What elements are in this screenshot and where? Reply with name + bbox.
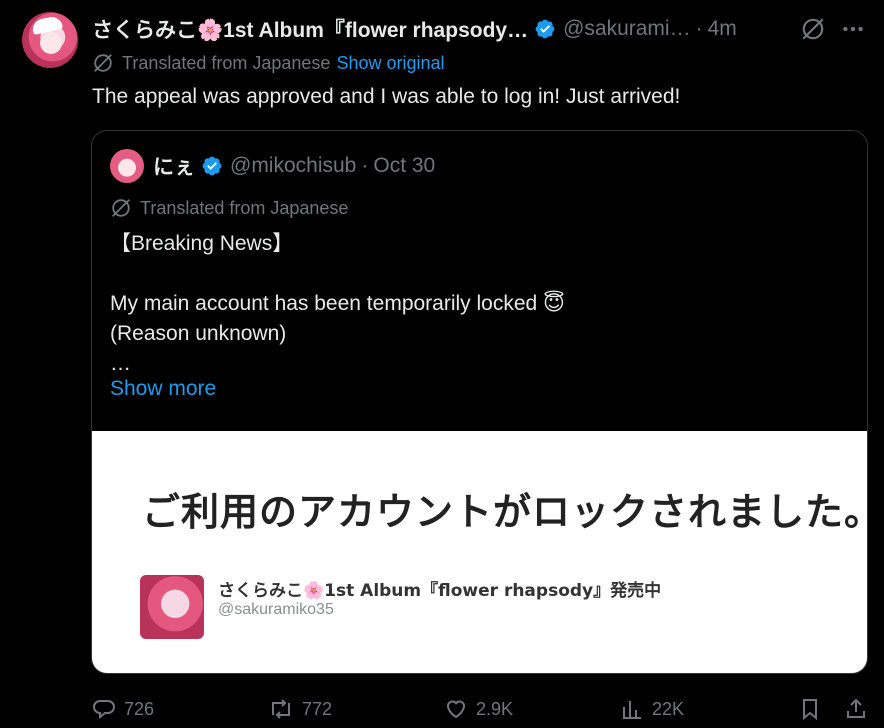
- quoted-author-avatar[interactable]: [110, 149, 144, 183]
- author-handle[interactable]: @sakurami…: [563, 17, 691, 41]
- reply-count: 726: [124, 698, 155, 719]
- separator-dot: ·: [695, 17, 703, 40]
- quoted-post-text: 【Breaking News】 My main account has been…: [110, 232, 565, 375]
- quoted-translation-notice: Translated from Japanese: [110, 197, 348, 219]
- repost-button[interactable]: 772: [268, 694, 332, 724]
- share-button[interactable]: [844, 694, 868, 724]
- verified-icon: [202, 156, 222, 176]
- image-account-handle: @sakuramiko35: [218, 601, 334, 618]
- bookmark-icon: [803, 699, 817, 721]
- separator-dot: ·: [361, 154, 369, 177]
- more-icon[interactable]: [840, 16, 866, 42]
- quoted-post[interactable]: にぇ @mikochisub · Oct 30 Translated from …: [91, 130, 868, 674]
- repost-count: 772: [302, 698, 333, 719]
- author-avatar[interactable]: [22, 12, 78, 68]
- post-header: さくらみこ🌸1st Album『flower rhapsody… @sakura…: [92, 14, 866, 44]
- quoted-author-handle[interactable]: @mikochisub: [230, 154, 356, 178]
- share-icon: [847, 698, 865, 718]
- image-account-name: さくらみこ🌸1st Album『flower rhapsody』発売中: [218, 581, 662, 601]
- quoted-post-header: にぇ @mikochisub · Oct 30: [110, 149, 435, 183]
- image-account-avatar: [140, 575, 204, 639]
- views-count: 22K: [652, 698, 685, 719]
- quoted-post-time[interactable]: Oct 30: [373, 154, 435, 178]
- reply-button[interactable]: 726: [92, 694, 154, 724]
- repost-icon: [272, 699, 290, 719]
- translated-label: Translated from Japanese: [122, 52, 331, 73]
- show-more-link[interactable]: Show more: [110, 377, 216, 401]
- like-count: 2.9K: [476, 698, 514, 719]
- translate-icon: [94, 54, 112, 72]
- bookmark-button[interactable]: [798, 694, 822, 724]
- views-button[interactable]: 22K: [620, 694, 684, 724]
- image-title: ご利用のアカウントがロックされました。: [142, 490, 868, 534]
- like-button[interactable]: 2.9K: [444, 694, 513, 724]
- translated-label: Translated from Japanese: [140, 197, 349, 218]
- reply-icon: [93, 700, 115, 720]
- show-original-link[interactable]: Show original: [336, 53, 444, 74]
- post-time[interactable]: 4m: [708, 17, 737, 41]
- action-bar: 726 772 2.9K 22K: [92, 694, 868, 724]
- post-text: The appeal was approved and I was able t…: [92, 85, 681, 108]
- quoted-author-name[interactable]: にぇ: [153, 151, 195, 181]
- translate-icon[interactable]: [800, 16, 826, 42]
- verified-icon: [535, 19, 555, 39]
- views-icon: [623, 701, 641, 719]
- like-icon: [446, 700, 466, 719]
- quoted-post-image[interactable]: ご利用のアカウントがロックされました。 さくらみこ🌸1st Album『flow…: [92, 431, 868, 673]
- translate-icon: [112, 199, 130, 217]
- author-name[interactable]: さくらみこ🌸1st Album『flower rhapsody…: [92, 14, 528, 44]
- translation-notice: Translated from Japanese Show original: [92, 52, 445, 74]
